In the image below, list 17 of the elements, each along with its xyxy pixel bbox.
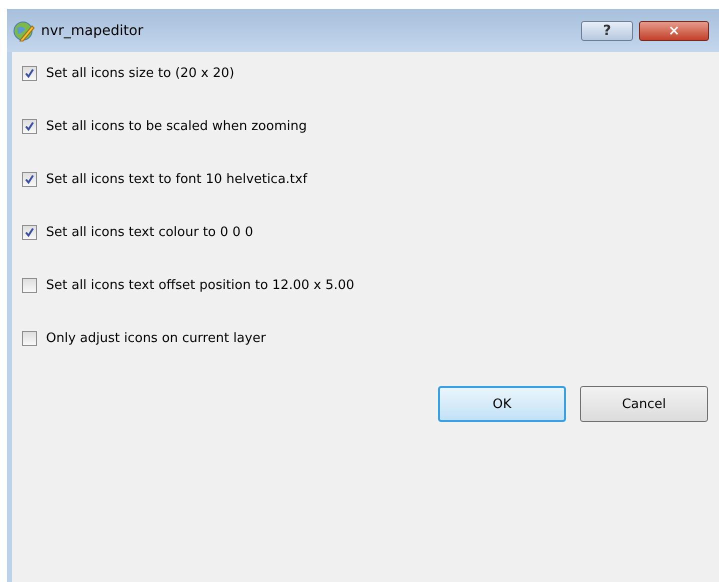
checkbox[interactable] — [22, 331, 37, 346]
cancel-button[interactable]: Cancel — [580, 386, 708, 422]
option-label: Set all icons text offset position to 12.00 x 5.00 — [46, 278, 354, 293]
option-label: Set all icons text to font 10 helvetica.txf — [46, 172, 308, 187]
checkbox[interactable] — [22, 225, 37, 240]
checkbox[interactable] — [22, 66, 37, 81]
option-label: Set all icons size to (20 x 20) — [46, 66, 234, 81]
globe-pencil-icon — [13, 20, 35, 42]
ok-button[interactable]: OK — [438, 386, 566, 422]
option-label: Set all icons text colour to 0 0 0 — [46, 225, 254, 240]
checkbox[interactable] — [22, 278, 37, 293]
option-label: Set all icons to be scaled when zooming — [46, 119, 307, 134]
help-button[interactable]: ? — [581, 20, 633, 40]
checkbox[interactable] — [22, 119, 37, 134]
option-label: Only adjust icons on current layer — [46, 331, 266, 346]
window-title: nvr_mapeditor — [41, 22, 144, 38]
checkbox[interactable] — [22, 172, 37, 187]
